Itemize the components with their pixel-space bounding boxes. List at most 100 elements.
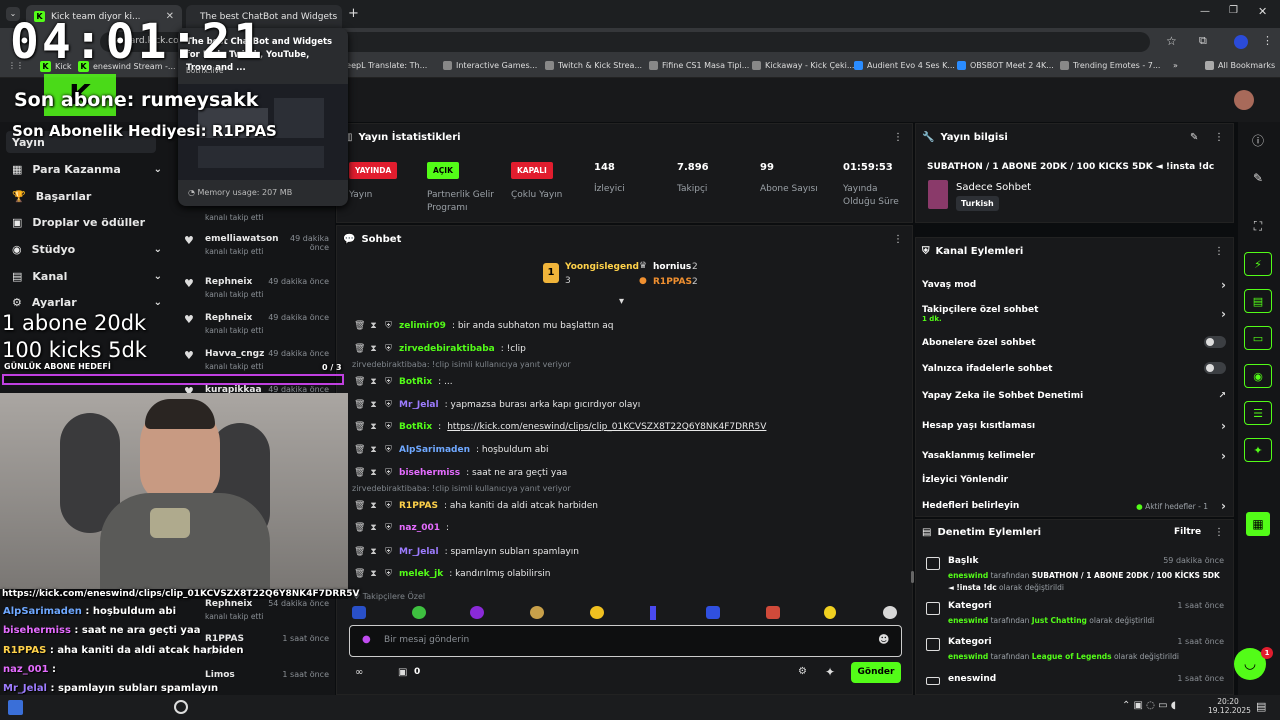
bookmark-trending-emotes[interactable]: Trending Emotes - 7... — [1060, 61, 1160, 70]
delete-icon[interactable]: 🗑 — [354, 400, 365, 410]
delete-icon[interactable]: 🗑 — [354, 422, 365, 432]
mod-shield-icon[interactable]: ✦ — [825, 665, 835, 679]
lightning-icon[interactable]: ⚡ — [1244, 252, 1272, 276]
delete-icon[interactable]: 🗑 — [354, 321, 365, 331]
subscribers-only-toggle[interactable] — [1204, 336, 1226, 348]
panel-menu-icon[interactable]: ⋮ — [893, 234, 903, 245]
timeout-icon[interactable]: ⧗ — [369, 523, 378, 533]
filter-button[interactable]: Filtre — [1174, 527, 1201, 537]
emote-icon[interactable] — [706, 606, 720, 619]
bookmark-star-icon[interactable]: ☆ — [1166, 34, 1177, 48]
document-icon[interactable]: ▤ — [1244, 289, 1272, 313]
ban-icon[interactable]: ⛨ — [384, 400, 393, 410]
delete-icon[interactable]: 🗑 — [354, 445, 365, 455]
profile-icon[interactable] — [1234, 35, 1248, 49]
minimize-button[interactable]: — — [1200, 6, 1210, 17]
timeout-icon[interactable]: ⧗ — [369, 569, 378, 579]
goals-row[interactable]: Hedefleri belirleyin ● Aktif hedefler - 1… — [922, 499, 1228, 513]
delete-icon[interactable]: 🗑 — [354, 377, 365, 387]
timeout-icon[interactable]: ⧗ — [369, 501, 378, 511]
sidebar-item-achievements[interactable]: 🏆 Başarılar — [12, 185, 162, 207]
chat-message[interactable]: 🗑 ⧗ ⛨ BotRix: ... — [354, 374, 453, 390]
ban-icon[interactable]: ⛨ — [384, 422, 393, 432]
delete-icon[interactable]: 🗑 — [354, 523, 365, 533]
sidebar-item-studio[interactable]: ◉ Stüdyo ⌄ — [12, 238, 162, 260]
emote-icon[interactable] — [352, 606, 366, 619]
new-tab-button[interactable]: + — [348, 6, 359, 21]
clapper-icon[interactable]: ▦ — [1246, 512, 1270, 536]
collapse-icon[interactable]: ▾ — [619, 296, 624, 307]
info-icon[interactable]: ⓘ — [1250, 132, 1266, 148]
bookmark-kickaway[interactable]: Kickaway - Kick Çeki... — [752, 61, 854, 70]
account-age-row[interactable]: Hesap yaşı kısıtlaması › — [922, 419, 1228, 433]
sidebar-item-monetization[interactable]: ▦ Para Kazanma ⌄ — [12, 158, 162, 180]
obs-icon[interactable] — [174, 700, 188, 714]
bookmark-audient[interactable]: Audient Evo 4 Ses K... — [854, 61, 955, 70]
bookmarks-overflow-icon[interactable]: » — [1173, 61, 1178, 70]
timeout-icon[interactable]: ⧗ — [369, 377, 378, 387]
ban-icon[interactable]: ⛨ — [384, 344, 393, 354]
bookmark-deepl[interactable]: DeepL Translate: Th... — [340, 61, 427, 70]
slow-mode-row[interactable]: Yavaş mod › — [922, 278, 1228, 292]
maximize-button[interactable]: ❐ — [1229, 5, 1238, 16]
chat-message[interactable]: 🗑 ⧗ ⛨ naz_001: — [354, 520, 449, 536]
user-avatar[interactable] — [1234, 90, 1254, 110]
banned-words-row[interactable]: Yasaklanmış kelimeler › — [922, 449, 1228, 463]
chat-username[interactable]: melek_jk — [399, 569, 443, 579]
ai-moderation-row[interactable]: Yapay Zeka ile Sohbet Denetimi ↗ — [922, 391, 1228, 401]
windows-start-icon[interactable] — [8, 700, 23, 715]
layers-icon[interactable]: ☰ — [1244, 401, 1272, 425]
timeout-icon[interactable]: ⧗ — [369, 344, 378, 354]
timeout-icon[interactable]: ⧗ — [369, 547, 378, 557]
timeout-icon[interactable]: ⧗ — [369, 445, 378, 455]
emote-icon[interactable] — [590, 606, 604, 619]
mic-icon[interactable]: ● — [362, 634, 371, 645]
broadcast-icon[interactable]: ◉ — [1244, 364, 1272, 388]
chat-link[interactable]: https://kick.com/eneswind/clips/clip_01K… — [447, 422, 766, 432]
ban-icon[interactable]: ⛨ — [384, 321, 393, 331]
emote-icon[interactable] — [766, 606, 780, 619]
chat-message[interactable]: 🗑 ⧗ ⛨ R1PPAS: aha kaniti da aldi atcak harb… — [354, 498, 598, 514]
extensions-icon[interactable]: ⧉ — [1199, 34, 1207, 48]
emote-icon[interactable] — [650, 606, 656, 620]
emote-icon[interactable] — [470, 606, 484, 619]
browser-menu-icon[interactable]: ⋮ — [1262, 34, 1273, 47]
window-close-button[interactable]: ✕ — [1258, 5, 1267, 18]
chat-message[interactable]: 🗑 ⧗ ⛨ Mr_Jelal: yapmazsa burası arka kapı g… — [354, 397, 640, 413]
chat-input[interactable]: ● Bir mesaj gönderin ☻ — [349, 625, 902, 657]
ban-icon[interactable]: ⛨ — [384, 445, 393, 455]
chat-message[interactable]: 🗑 ⧗ ⛨ bisehermiss: saat ne ara geçti yaa — [354, 465, 567, 481]
bookmark-all[interactable]: All Bookmarks — [1205, 61, 1275, 70]
delete-icon[interactable]: 🗑 — [354, 468, 365, 478]
pencil-icon[interactable]: ✎ — [1250, 170, 1266, 186]
chat-message[interactable]: 🗑 ⧗ ⛨ AlpSarimaden: hoşbuldum abi — [354, 442, 548, 458]
chat-username[interactable]: BotRix — [399, 377, 432, 387]
delete-icon[interactable]: 🗑 — [354, 344, 365, 354]
wrench-icon[interactable]: ✦ — [1244, 438, 1272, 462]
chat-message[interactable]: 🗑 ⧗ ⛨ Mr_Jelal: spamlayın subları spamlayın — [354, 544, 579, 560]
chat-username[interactable]: naz_001 — [399, 523, 440, 533]
ban-icon[interactable]: ⛨ — [384, 523, 393, 533]
emoji-icon[interactable]: ☻ — [878, 633, 889, 646]
ban-icon[interactable]: ⛨ — [384, 501, 393, 511]
panel-menu-icon[interactable]: ⋮ — [1214, 132, 1224, 143]
timeout-icon[interactable]: ⧗ — [369, 400, 378, 410]
emote-only-toggle[interactable] — [1204, 362, 1226, 374]
edit-icon[interactable]: ✎ — [1190, 132, 1198, 143]
scrollbar[interactable] — [911, 571, 914, 583]
notification-center-icon[interactable]: ▤ — [1256, 700, 1266, 713]
chat-message[interactable]: 🗑 ⧗ ⛨ BotRix: https://kick.com/eneswind/cli… — [354, 419, 766, 435]
sidebar-item-drops[interactable]: ▣ Droplar ve ödüller — [12, 211, 162, 233]
ban-icon[interactable]: ⛨ — [384, 547, 393, 557]
delete-icon[interactable]: 🗑 — [354, 501, 365, 511]
ban-icon[interactable]: ⛨ — [384, 569, 393, 579]
chat-username[interactable]: bisehermiss — [399, 468, 460, 478]
emote-icon[interactable] — [412, 606, 426, 619]
chat-username[interactable]: BotRix — [399, 422, 432, 432]
followers-only-row[interactable]: Takipçilere özel sohbet 1 dk. › — [922, 305, 1228, 323]
send-button[interactable]: Gönder — [851, 662, 901, 683]
emote-icon[interactable] — [530, 606, 544, 619]
panel-menu-icon[interactable]: ⋮ — [1214, 246, 1224, 257]
chat-message[interactable]: 🗑 ⧗ ⛨ melek_jk: kandırılmış olabilirsin — [354, 566, 550, 582]
points-icon[interactable]: ∞ — [355, 667, 363, 678]
